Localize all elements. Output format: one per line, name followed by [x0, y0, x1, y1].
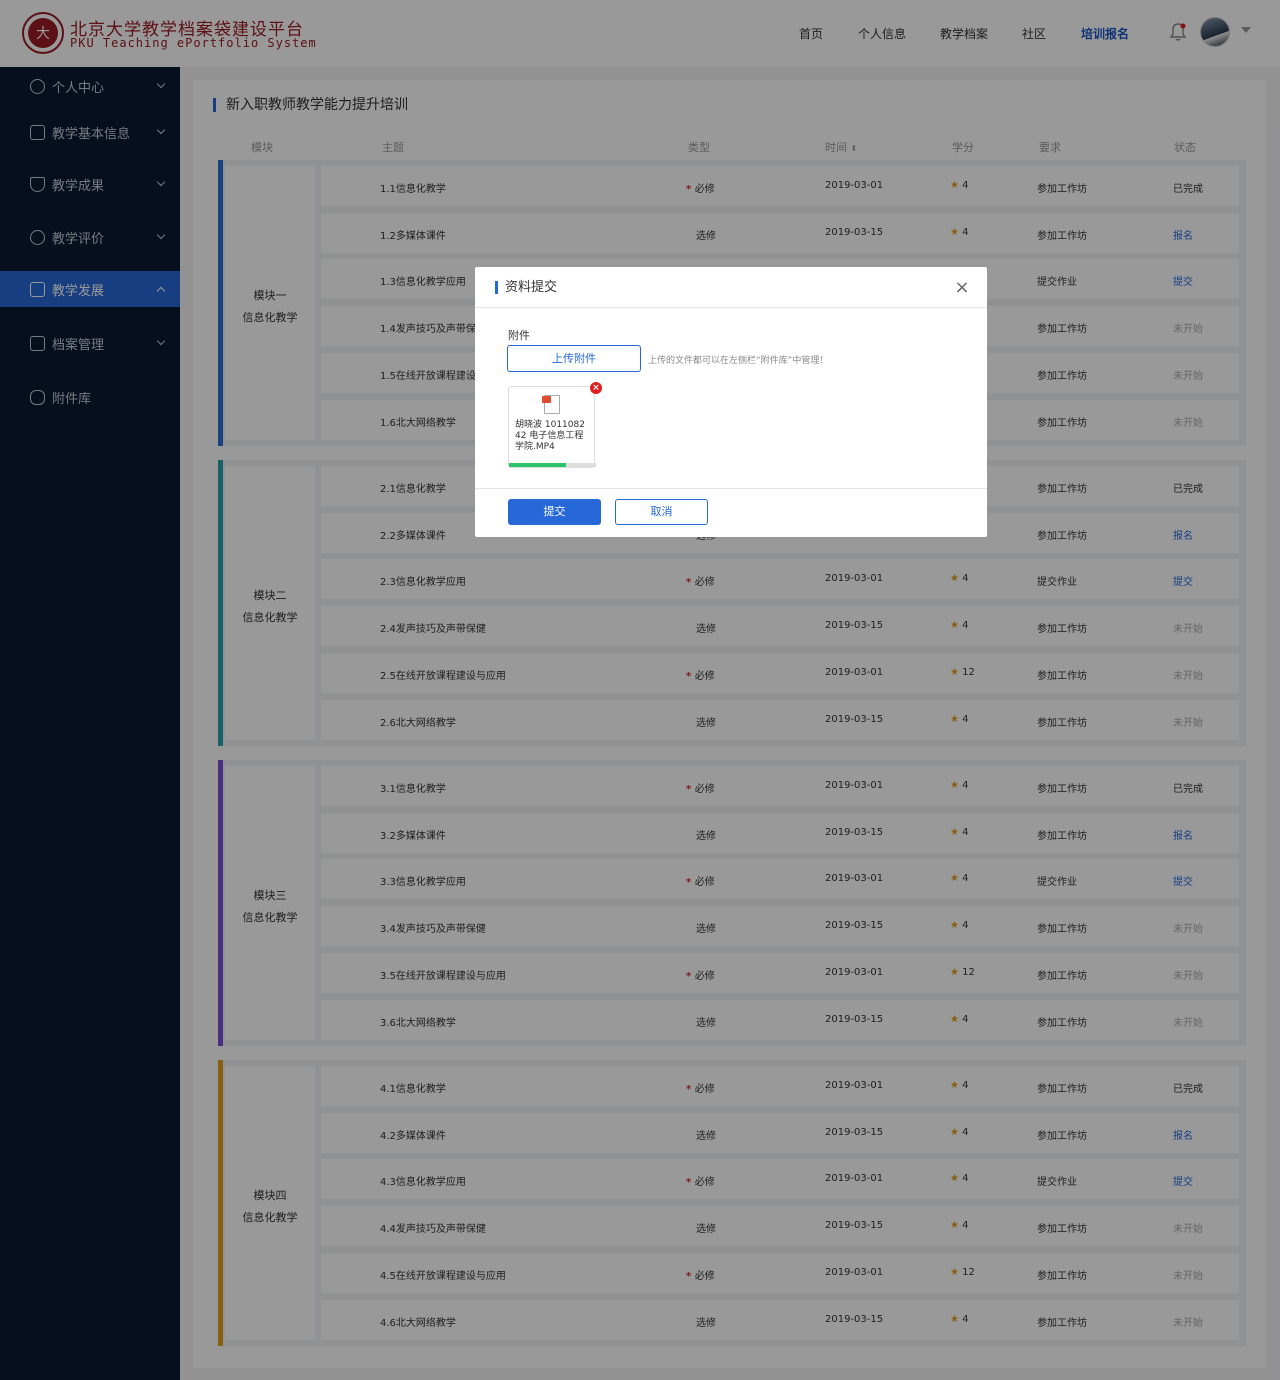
remove-file-icon[interactable]: × [590, 382, 602, 394]
dialog-footer-divider [475, 488, 987, 489]
close-icon[interactable]: × [953, 279, 971, 297]
upload-hint: 上传的文件都可以在左侧栏“附件库”中管理！ [648, 356, 829, 366]
upload-progress-track [509, 463, 596, 467]
uploaded-file-card[interactable]: 胡晓波 1011082 42 电子信息工程学院.MP4 [508, 386, 596, 468]
submit-materials-dialog: 资料提交 × 附件 上传附件 上传的文件都可以在左侧栏“附件库”中管理！ 胡晓波… [475, 267, 987, 537]
upload-progress-bar [509, 463, 566, 467]
dialog-title: 资料提交 [495, 281, 557, 294]
modal-overlay[interactable] [0, 0, 1280, 1380]
cancel-button[interactable]: 取消 [615, 499, 708, 525]
dialog-divider [475, 307, 987, 308]
upload-attachment-button[interactable]: 上传附件 [507, 345, 641, 372]
attachment-label: 附件 [508, 329, 530, 342]
submit-button[interactable]: 提交 [508, 499, 601, 525]
file-name: 胡晓波 1011082 42 电子信息工程学院.MP4 [515, 420, 585, 452]
video-file-icon [542, 395, 560, 414]
